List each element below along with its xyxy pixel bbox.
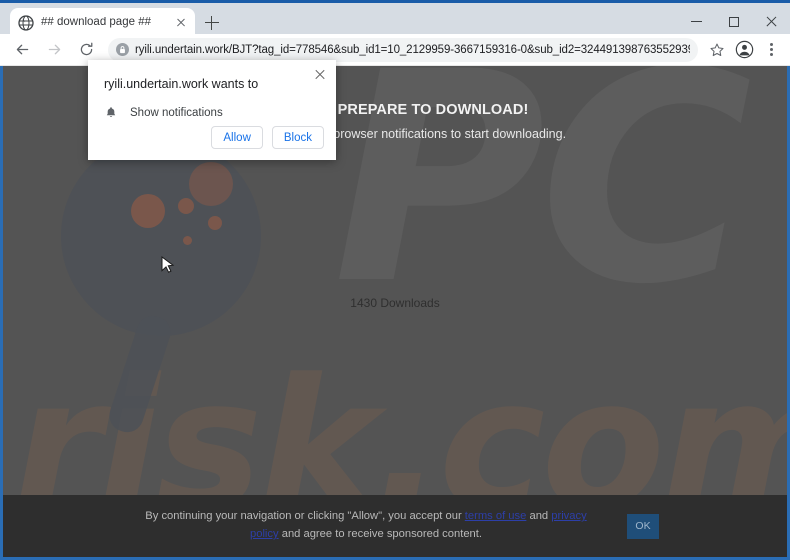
browser-tab[interactable]: ## download page ##: [10, 8, 195, 37]
tab-strip: ## download page ##: [0, 0, 790, 37]
ok-button[interactable]: OK: [627, 513, 659, 539]
allow-button[interactable]: Allow: [211, 126, 263, 149]
minimize-icon: [691, 21, 702, 22]
arrow-right-icon: [48, 44, 60, 55]
forward-button: [40, 36, 68, 64]
consent-text: By continuing your navigation or clickin…: [131, 508, 601, 544]
tab-title: ## download page ##: [41, 16, 151, 28]
kebab-menu-icon: [769, 48, 773, 51]
address-bar[interactable]: ryili.undertain.work/BJT?tag_id=778546&s…: [108, 37, 698, 62]
permission-row: Show notifications: [104, 106, 223, 120]
decorative-dot: [189, 162, 233, 206]
decorative-dot: [178, 198, 194, 214]
decorative-dot: [208, 216, 222, 230]
kebab-menu-icon: [769, 42, 773, 46]
dialog-close-icon[interactable]: [312, 66, 328, 82]
bell-icon: [106, 107, 116, 117]
permission-label: Show notifications: [130, 107, 223, 119]
consent-text-part1: By continuing your navigation or clickin…: [145, 510, 465, 523]
downloads-count: 1430 Downloads: [350, 296, 440, 310]
reload-icon: [80, 42, 92, 56]
new-tab-button[interactable]: [203, 14, 221, 32]
dialog-actions: Allow Block: [211, 126, 324, 149]
close-icon: [765, 16, 777, 28]
dialog-title: ryili.undertain.work wants to: [104, 77, 259, 91]
consent-text-part2: and: [526, 510, 552, 523]
back-button[interactable]: [8, 36, 36, 64]
account-circle-icon: [735, 40, 753, 59]
notification-permission-dialog: ryili.undertain.work wants to Show notif…: [88, 60, 336, 160]
consent-bar: By continuing your navigation or clickin…: [3, 495, 787, 557]
magnifier-handle-icon: [105, 311, 175, 437]
browser-window: ## download page ## ryili.undertain.work…: [0, 0, 790, 560]
window-close-button[interactable]: [748, 6, 790, 37]
terms-of-use-link[interactable]: terms of use: [465, 510, 527, 522]
star-icon: [710, 43, 724, 56]
url-text: ryili.undertain.work/BJT?tag_id=778546&s…: [135, 43, 690, 56]
maximize-icon: [728, 16, 739, 27]
lock-icon[interactable]: [114, 42, 130, 58]
consent-text-part3: and agree to receive sponsored content.: [278, 528, 482, 540]
tab-close-icon[interactable]: [173, 15, 189, 31]
mouse-pointer-icon: [161, 256, 175, 273]
browser-menu-button[interactable]: [758, 37, 784, 63]
kebab-menu-icon: [769, 53, 773, 57]
decorative-dot: [131, 194, 165, 228]
bookmark-button[interactable]: [704, 37, 730, 63]
block-button[interactable]: Block: [271, 126, 324, 149]
decorative-dot: [183, 236, 192, 245]
arrow-left-icon: [16, 44, 28, 55]
profile-button[interactable]: [730, 36, 758, 64]
globe-icon: [18, 14, 34, 31]
